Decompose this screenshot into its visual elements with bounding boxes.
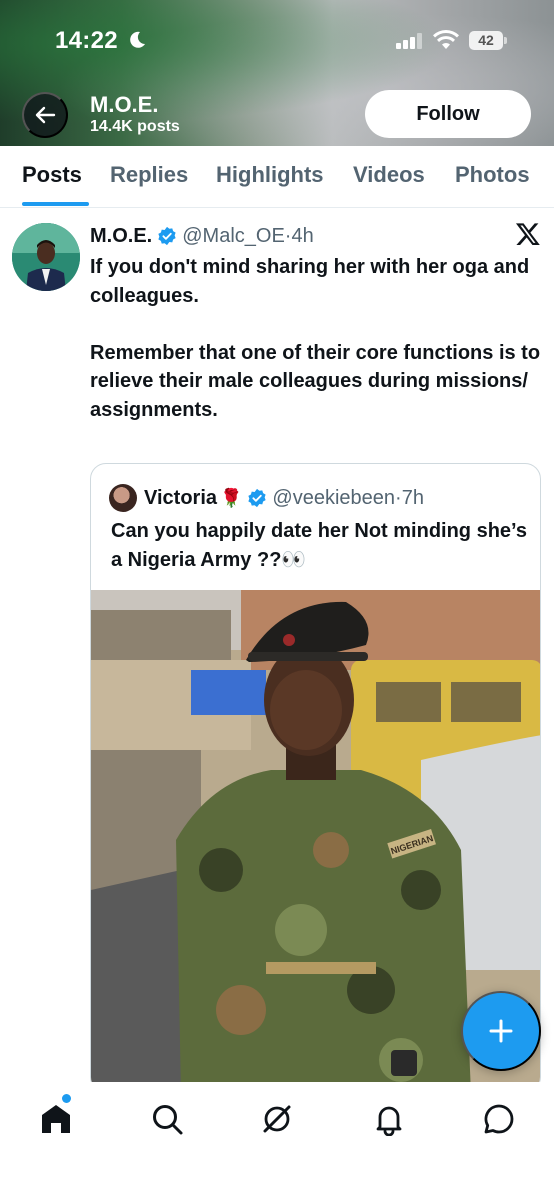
profile-header: 14:22 42 M.O.E. 14.4K posts Follow [0, 0, 554, 146]
follow-button[interactable]: Follow [365, 90, 531, 138]
search-icon[interactable] [150, 1102, 184, 1136]
verified-badge-icon [158, 226, 176, 246]
tweet-body: If you don't mind sharing her with her o… [90, 253, 545, 424]
active-tab-indicator [22, 202, 89, 206]
wifi-icon [433, 30, 459, 49]
tab-videos[interactable]: Videos [353, 162, 425, 188]
verified-badge-icon [248, 488, 267, 508]
quoted-time: 7h [401, 486, 424, 509]
tweet-paragraph: Remember that one of their core function… [90, 341, 541, 421]
tweet-paragraph: If you don't mind sharing her with her o… [90, 256, 530, 307]
quoted-tweet-text: Can you happily date her Not minding she… [111, 520, 527, 571]
author-avatar[interactable] [12, 223, 80, 291]
post-count: 14.4K posts [90, 118, 180, 135]
moon-icon [130, 31, 145, 48]
compose-button[interactable] [461, 991, 541, 1071]
quoted-author-name: Victoria [144, 486, 217, 509]
signal-icon [396, 33, 422, 49]
battery-level: 42 [469, 31, 503, 50]
grok-icon[interactable] [260, 1102, 294, 1136]
status-time: 14:22 [55, 27, 118, 54]
tweet-handle[interactable]: @Malc_OE [182, 225, 285, 248]
profile-tabs: Posts Replies Highlights Videos Photos [0, 146, 554, 208]
profile-name: M.O.E. [90, 92, 159, 117]
arrow-left-icon [35, 106, 56, 124]
notification-dot [62, 1094, 71, 1103]
quoted-author-avatar [109, 484, 137, 512]
plus-icon [489, 1019, 513, 1043]
quoted-handle: @veekiebeen [272, 486, 396, 509]
home-icon[interactable] [39, 1102, 73, 1136]
notifications-icon[interactable] [372, 1102, 406, 1136]
battery-icon: 42 [469, 31, 507, 50]
quoted-tweet-card[interactable]: Victoria 🌹 @veekiebeen · 7h Can you happ… [90, 463, 541, 1093]
tab-posts[interactable]: Posts [22, 162, 82, 188]
tweet-time: 4h [291, 224, 314, 247]
tab-replies[interactable]: Replies [110, 162, 188, 188]
status-bar: 14:22 42 [0, 0, 554, 80]
tweet-author-name[interactable]: M.O.E. [90, 225, 152, 248]
tweet-header: M.O.E. @Malc_OE · 4h [90, 224, 314, 248]
bottom-navigation [0, 1082, 554, 1200]
x-logo-icon [515, 223, 540, 246]
tab-photos[interactable]: Photos [455, 162, 530, 188]
back-button[interactable] [22, 92, 68, 138]
rose-emoji: 🌹 [220, 487, 243, 508]
quoted-tweet-header: Victoria 🌹 @veekiebeen · 7h [109, 484, 424, 512]
tab-highlights[interactable]: Highlights [216, 162, 324, 188]
messages-icon[interactable] [482, 1102, 516, 1136]
